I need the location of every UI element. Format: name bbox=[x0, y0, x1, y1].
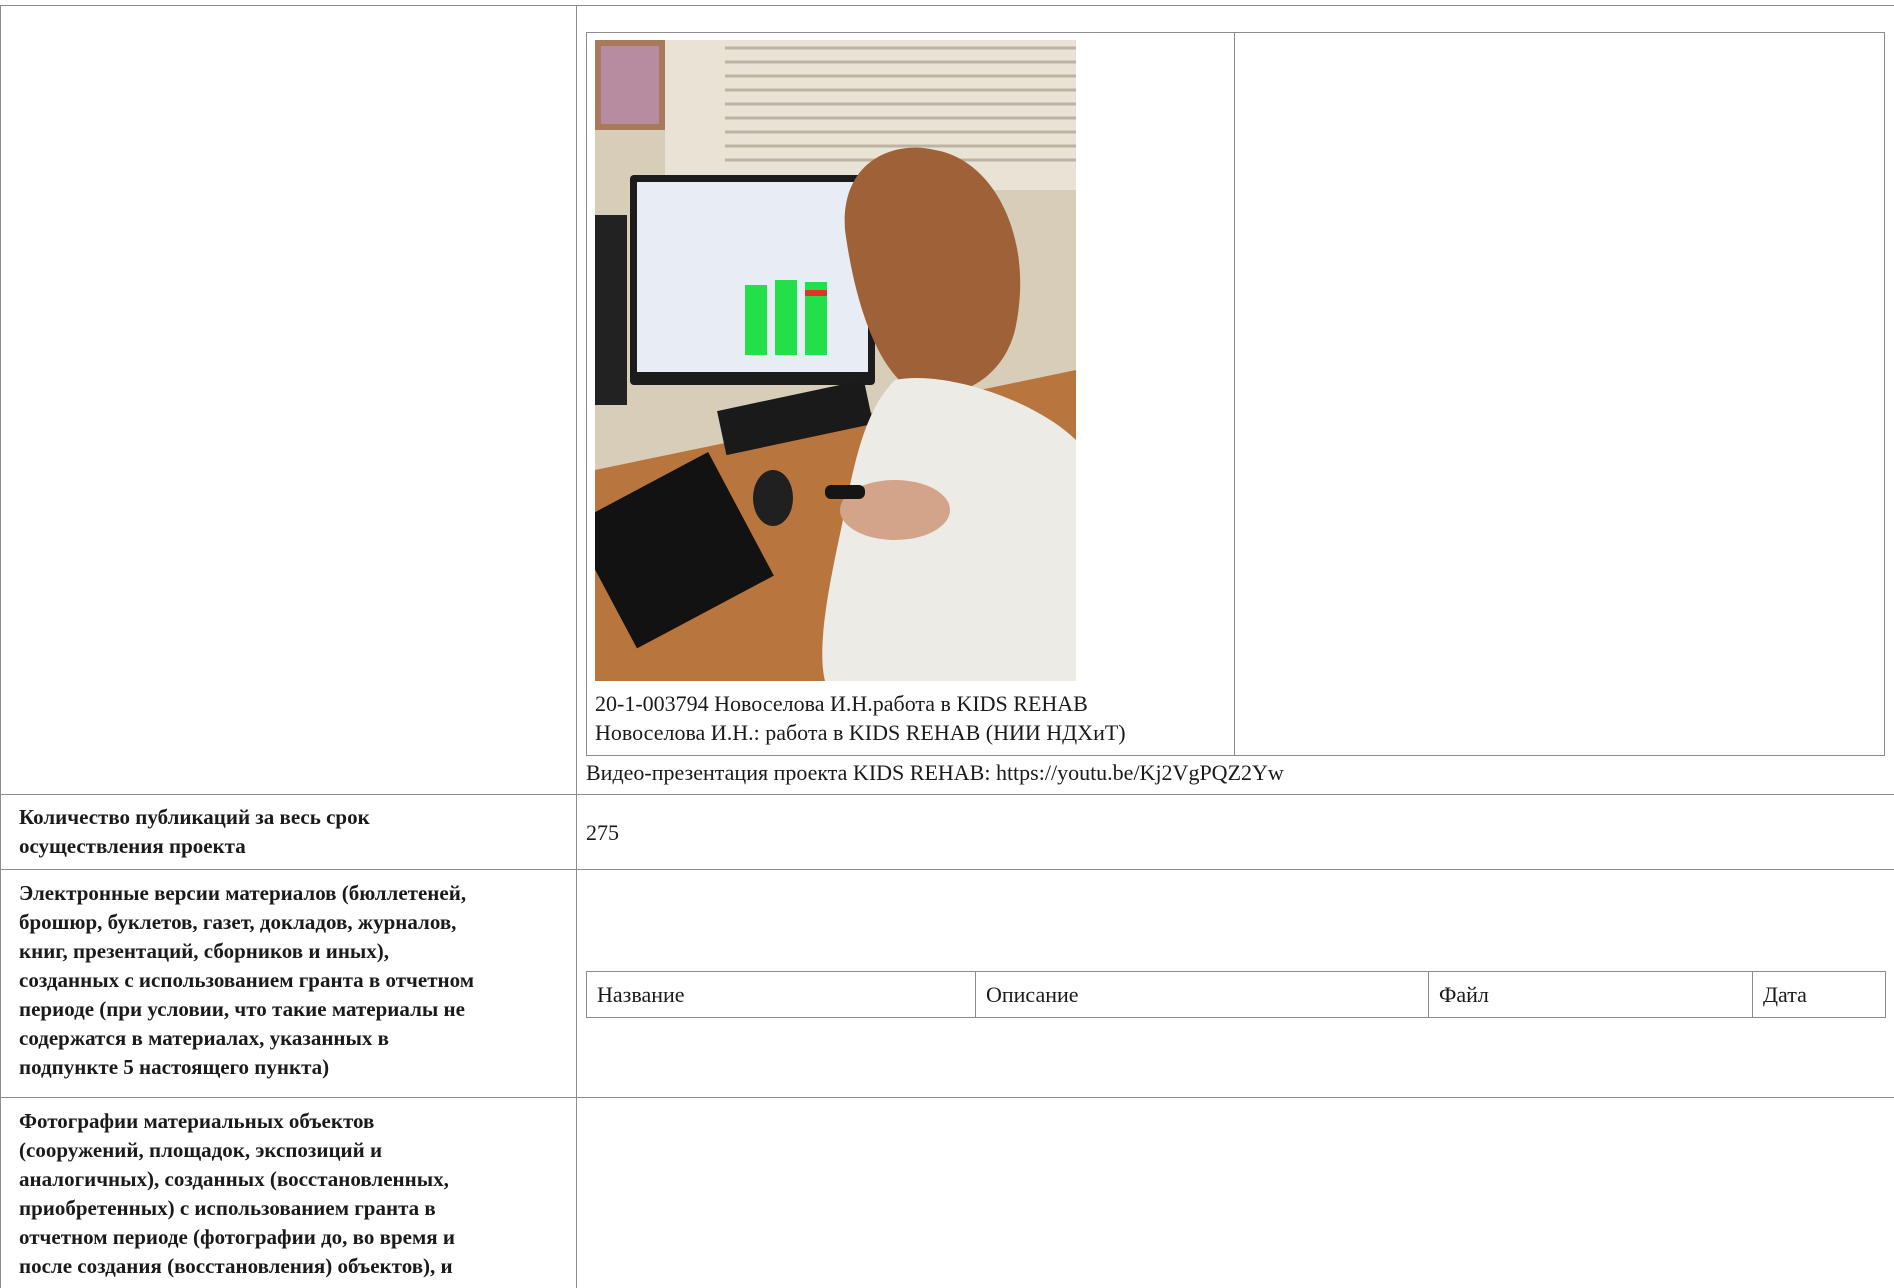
electronic-materials-label: периоде (при условии, что такие материал… bbox=[19, 997, 465, 1021]
electronic-materials-label: Электронные версии материалов (бюллетене… bbox=[19, 881, 467, 905]
photo-caption-id: 20-1-003794 Новоселова И.Н.работа в KIDS… bbox=[595, 691, 1088, 716]
electronic-materials-label: подпункте 5 настоящего пункта) bbox=[19, 1055, 330, 1079]
row-divider bbox=[0, 794, 1894, 795]
row-divider bbox=[0, 1097, 1894, 1098]
column-header-date: Дата bbox=[1752, 971, 1886, 1018]
workstation-photo[interactable] bbox=[595, 40, 1076, 681]
report-page: 20-1-003794 Новоселова И.Н.работа в KIDS… bbox=[0, 0, 1894, 1288]
column-header-file: Файл bbox=[1428, 971, 1753, 1018]
photos-section-label: приобретенных) с использованием гранта в bbox=[19, 1196, 436, 1220]
publications-count: 275 bbox=[586, 820, 619, 845]
materials-table-header-row: Название Описание Файл Дата bbox=[586, 971, 1886, 1018]
materials-table: Название Описание Файл Дата bbox=[586, 971, 1886, 1018]
table-border-top bbox=[0, 5, 1894, 6]
publications-label: Количество публикаций за весь срок bbox=[19, 805, 370, 829]
workstation-photo-image bbox=[595, 40, 1076, 681]
electronic-materials-label: созданных с использованием гранта в отче… bbox=[19, 968, 475, 992]
electronic-materials-label: брошюр, буклетов, газет, докладов, журна… bbox=[19, 910, 457, 934]
column-header-name: Название bbox=[586, 971, 976, 1018]
electronic-materials-label: содержатся в материалах, указанных в bbox=[19, 1026, 390, 1050]
photos-section-label: Фотографии материальных объектов bbox=[19, 1109, 375, 1133]
row-divider bbox=[0, 869, 1894, 870]
photos-section-label: (сооружений, площадок, экспозиций и bbox=[19, 1138, 383, 1162]
photos-section-label: аналогичных), созданных (восстановленных… bbox=[19, 1167, 449, 1191]
table-border-left bbox=[0, 5, 1, 1288]
gallery-cell-divider bbox=[1234, 32, 1235, 756]
publications-label: осуществления проекта bbox=[19, 834, 246, 858]
electronic-materials-label: книг, презентаций, сборников и иных), bbox=[19, 939, 390, 963]
photos-section-label: отчетном периоде (фотографии до, во врем… bbox=[19, 1225, 455, 1249]
photos-section-label: после создания (восстановления) объектов… bbox=[19, 1254, 453, 1278]
video-presentation-link[interactable]: Видео-презентация проекта KIDS REHAB: ht… bbox=[586, 758, 1284, 787]
photo-caption-title: Новоселова И.Н.: работа в KIDS REHAB (НИ… bbox=[595, 720, 1126, 745]
column-divider bbox=[576, 5, 577, 1288]
column-header-description: Описание bbox=[975, 971, 1429, 1018]
